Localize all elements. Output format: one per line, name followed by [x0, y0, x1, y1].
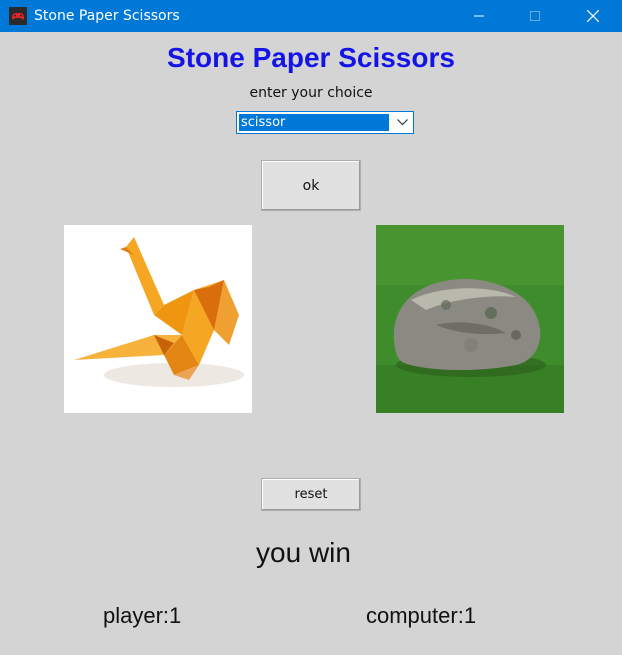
- reset-button[interactable]: reset: [261, 478, 361, 511]
- chevron-down-icon[interactable]: [393, 113, 412, 132]
- player-choice-image: [64, 225, 252, 413]
- close-icon: [587, 10, 599, 22]
- minimize-icon: [474, 11, 484, 21]
- maximize-button[interactable]: [512, 0, 558, 32]
- choice-prompt-label: enter your choice: [249, 85, 373, 101]
- maximize-icon: [530, 11, 540, 21]
- choice-selected-value: scissor: [239, 114, 389, 131]
- computer-choice-image: [376, 225, 564, 413]
- app-heading: Stone Paper Scissors: [167, 42, 455, 73]
- stone-on-grass-image: [376, 225, 564, 413]
- window-title: Stone Paper Scissors: [34, 8, 180, 24]
- computer-score: computer:1: [366, 603, 477, 628]
- close-button[interactable]: [570, 0, 616, 32]
- choice-combobox[interactable]: scissor: [236, 111, 414, 134]
- player-score: player:1: [103, 603, 182, 628]
- origami-paper-crane-image: [64, 225, 252, 413]
- minimize-button[interactable]: [456, 0, 502, 32]
- title-bar[interactable]: Stone Paper Scissors: [0, 0, 622, 32]
- result-text: you win: [256, 537, 351, 568]
- game-controller-icon: [9, 7, 27, 25]
- ok-button[interactable]: ok: [261, 160, 361, 211]
